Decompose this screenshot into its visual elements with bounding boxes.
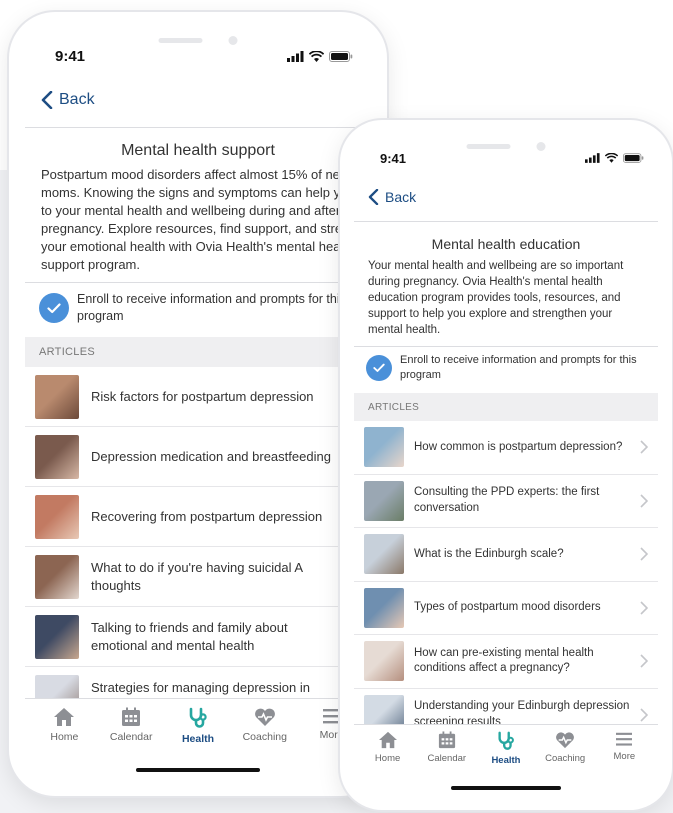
menu-icon: [322, 709, 341, 724]
phone-screen: 9:41 Back Mental health education Your m…: [354, 132, 658, 798]
back-button[interactable]: Back: [354, 172, 658, 222]
article-list: How common is postpartum depression? Con…: [354, 421, 658, 742]
tab-label: Health: [491, 755, 521, 766]
status-icons: [585, 153, 644, 163]
list-item[interactable]: Depression medication and breastfeeding: [25, 427, 371, 487]
heart-pulse-icon: [556, 732, 575, 749]
status-time: 9:41: [55, 47, 86, 65]
home-indicator[interactable]: [136, 768, 260, 772]
wifi-icon: [605, 153, 618, 163]
list-item[interactable]: How common is postpartum depression?: [354, 421, 658, 475]
signal-icon: [585, 153, 600, 163]
stethoscope-icon: [498, 731, 514, 750]
chevron-left-icon: [41, 90, 53, 109]
article-thumbnail: [364, 427, 404, 468]
page-description: Postpartum mood disorders affect almost …: [41, 167, 371, 272]
checkmark-icon: [39, 293, 69, 323]
home-indicator[interactable]: [451, 786, 561, 790]
home-icon: [378, 731, 397, 749]
page-title: Mental health support: [121, 142, 275, 159]
chevron-left-icon: [368, 188, 379, 205]
tab-home[interactable]: Home: [32, 707, 96, 782]
article-title: Types of postpartum mood disorders: [414, 601, 601, 613]
articles-header: ARTICLES: [25, 337, 371, 367]
list-item[interactable]: What is the Edinburgh scale?: [354, 528, 658, 582]
list-item[interactable]: Recovering from postpartum depression: [25, 487, 371, 547]
page-description: Your mental health and wellbeing are so …: [368, 260, 624, 336]
list-item[interactable]: Talking to friends and family about emot…: [25, 607, 371, 667]
enroll-label: Enroll to receive information and prompt…: [77, 292, 346, 323]
article-thumbnail: [364, 587, 404, 628]
notch: [466, 142, 546, 151]
tab-label: Coaching: [242, 731, 287, 743]
menu-icon: [616, 732, 633, 746]
article-title: How common is postpartum depression?: [414, 440, 623, 453]
chevron-right-icon: [640, 494, 648, 508]
tab-more[interactable]: More: [595, 731, 653, 798]
phone-mental-health-support: 9:41 Back Mental health support Postpart…: [9, 12, 387, 796]
chevron-right-icon: [640, 654, 648, 668]
article-list: Risk factors for postpartum depression D…: [25, 367, 371, 727]
enroll-toggle[interactable]: Enroll to receive information and prompt…: [354, 346, 658, 389]
stethoscope-icon: [189, 707, 207, 728]
article-title: What is the Edinburgh scale?: [414, 547, 564, 560]
article-title: What to do if you're having suicidal A t…: [91, 560, 303, 593]
article-thumbnail: [35, 434, 79, 479]
article-title: Recovering from postpartum depression: [91, 508, 323, 524]
enroll-label: Enroll to receive information and prompt…: [400, 354, 637, 381]
page-title: Mental health education: [431, 236, 581, 252]
tab-label: More: [613, 751, 636, 762]
article-title: Risk factors for postpartum depression: [91, 388, 314, 404]
heart-pulse-icon: [254, 708, 275, 726]
article-thumbnail: [35, 494, 79, 539]
tab-label: Home: [374, 753, 401, 764]
wifi-icon: [309, 50, 324, 62]
tab-label: Calendar: [427, 753, 467, 764]
list-item[interactable]: Risk factors for postpartum depression: [25, 367, 371, 427]
chevron-right-icon: [640, 440, 648, 454]
notch: [158, 36, 238, 45]
tab-label: Calendar: [109, 731, 153, 743]
status-bar: 9:41: [25, 26, 371, 72]
calendar-icon: [438, 731, 455, 749]
article-thumbnail: [35, 374, 79, 419]
battery-icon: [623, 153, 644, 163]
home-icon: [54, 708, 75, 726]
signal-icon: [287, 50, 304, 62]
article-title: Consulting the PPD experts: the first co…: [414, 486, 600, 514]
enroll-toggle[interactable]: Enroll to receive information and prompt…: [25, 282, 371, 331]
tab-label: Home: [50, 731, 79, 743]
list-item[interactable]: How can pre-existing mental health condi…: [354, 635, 658, 689]
chevron-right-icon: [640, 708, 648, 722]
articles-header: ARTICLES: [354, 393, 658, 421]
list-item[interactable]: What to do if you're having suicidal A t…: [25, 547, 371, 607]
status-time: 9:41: [380, 150, 407, 166]
article-thumbnail: [35, 614, 79, 659]
checkmark-icon: [366, 355, 392, 381]
article-thumbnail: [364, 534, 404, 575]
article-thumbnail: [35, 554, 79, 599]
tab-label: Health: [181, 733, 215, 745]
back-button[interactable]: Back: [25, 72, 371, 128]
phone-screen: 9:41 Back Mental health support Postpart…: [25, 26, 371, 782]
back-label: Back: [385, 188, 417, 205]
article-thumbnail: [364, 641, 404, 682]
phone-mental-health-education: 9:41 Back Mental health education Your m…: [340, 120, 672, 810]
article-title: Talking to friends and family about emot…: [91, 620, 288, 653]
list-item[interactable]: Consulting the PPD experts: the first co…: [354, 475, 658, 528]
article-thumbnail: [364, 480, 404, 521]
back-label: Back: [59, 90, 95, 108]
article-title: Depression medication and breastfeeding: [91, 448, 331, 464]
tab-home[interactable]: Home: [359, 731, 417, 798]
chevron-right-icon: [640, 547, 648, 561]
chevron-right-icon: [640, 601, 648, 615]
calendar-icon: [122, 707, 141, 726]
article-title: How can pre-existing mental health condi…: [414, 646, 594, 675]
tab-label: Coaching: [545, 753, 586, 764]
list-item[interactable]: Types of postpartum mood disorders: [354, 582, 658, 635]
status-bar: 9:41: [354, 132, 658, 172]
battery-icon: [329, 50, 353, 62]
status-icons: [287, 50, 353, 62]
